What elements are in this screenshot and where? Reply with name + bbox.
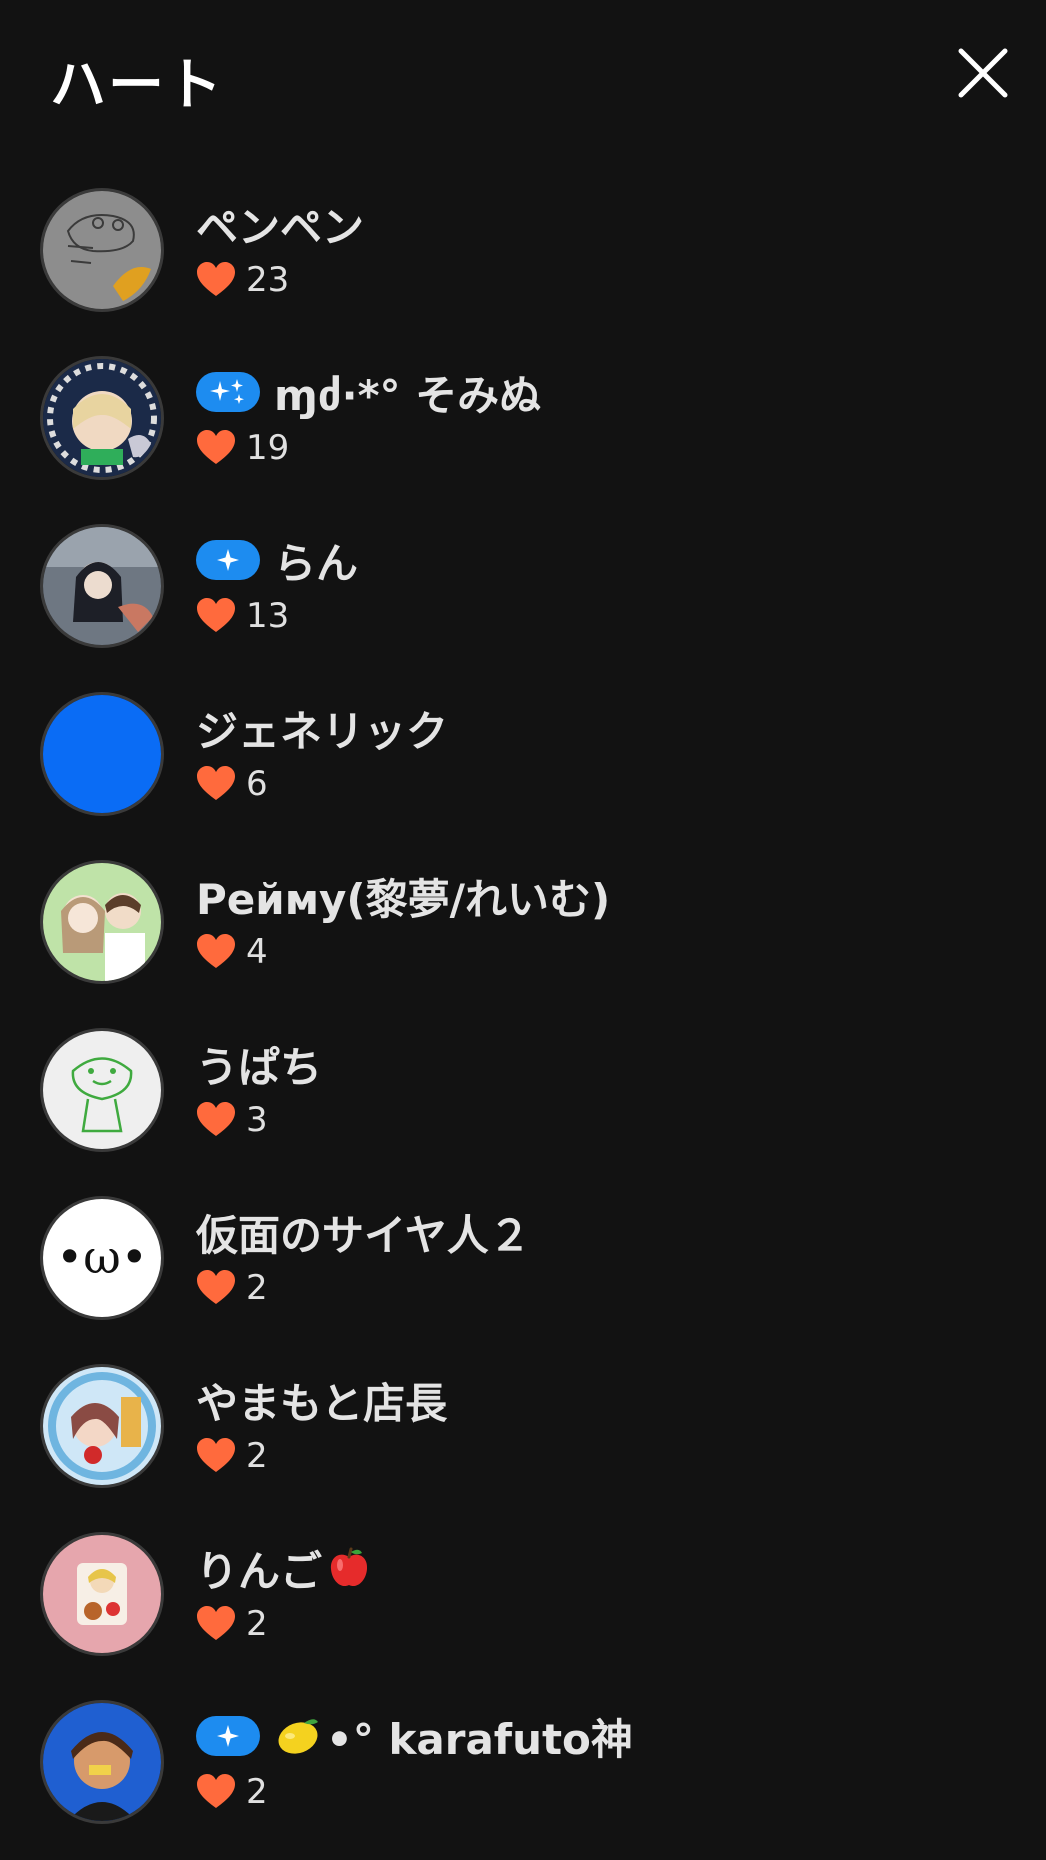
sparkles-badge <box>196 372 260 412</box>
avatar[interactable] <box>40 860 164 984</box>
close-button[interactable] <box>955 45 1011 101</box>
sparkle-icon <box>217 549 239 571</box>
list-item[interactable]: りんご 2 <box>0 1514 1046 1682</box>
heart-count: 2 <box>246 1772 268 1812</box>
heart-count: 3 <box>246 1100 268 1140</box>
avatar[interactable] <box>40 1532 164 1656</box>
user-name[interactable]: らん <box>274 530 358 591</box>
avatar[interactable]: •ω• <box>40 1196 164 1320</box>
close-icon <box>958 48 1008 98</box>
user-name[interactable]: うぱち <box>196 1034 322 1095</box>
avatar[interactable] <box>40 356 164 480</box>
hearts-list: ペンペン 23 ɱძ·*° そみぬ 19 らん 13 ジェネリック 6 Рейм… <box>0 170 1046 1850</box>
sparkle-icon <box>217 1725 239 1747</box>
sparkles-icon <box>210 379 244 404</box>
user-name[interactable]: りんご <box>196 1538 322 1599</box>
list-item[interactable]: •ω• 仮面のサイヤ人２ 2 <box>0 1178 1046 1346</box>
avatar[interactable] <box>40 1364 164 1488</box>
list-item[interactable]: ɱძ·*° そみぬ 19 <box>0 338 1046 506</box>
user-name[interactable]: 仮面のサイヤ人２ <box>196 1202 531 1263</box>
omega-face: •ω• <box>56 1230 148 1284</box>
avatar[interactable] <box>40 1028 164 1152</box>
heart-count: 2 <box>246 1604 268 1644</box>
user-name[interactable]: •° karafuto神 <box>326 1706 633 1767</box>
sparkle-badge <box>196 1716 260 1756</box>
list-item[interactable]: やまもと店長 2 <box>0 1346 1046 1514</box>
user-name[interactable]: ジェネリック <box>196 698 448 759</box>
page-title: ハート <box>50 53 224 118</box>
heart-icon <box>197 934 235 968</box>
list-item[interactable]: ペンペン 23 <box>0 170 1046 338</box>
heart-count: 2 <box>246 1436 268 1476</box>
user-name[interactable]: ペンペン <box>196 194 364 255</box>
user-name[interactable]: やまもと店長 <box>196 1370 447 1431</box>
heart-icon <box>197 1102 235 1136</box>
heart-count: 4 <box>246 932 268 972</box>
heart-count: 2 <box>246 1268 268 1308</box>
sparkle-badge <box>196 540 260 580</box>
avatar[interactable] <box>40 1700 164 1824</box>
heart-count: 23 <box>246 260 290 300</box>
header: ハート <box>0 0 1046 150</box>
heart-icon <box>197 1774 235 1808</box>
avatar[interactable] <box>40 692 164 816</box>
avatar[interactable] <box>40 188 164 312</box>
user-name[interactable]: Рейму(黎夢/れいむ) <box>196 866 610 927</box>
heart-icon <box>197 1438 235 1472</box>
heart-icon <box>197 766 235 800</box>
list-item[interactable]: ジェネリック 6 <box>0 674 1046 842</box>
heart-count: 13 <box>246 596 290 636</box>
lemon-icon <box>278 1719 318 1754</box>
apple-icon <box>330 1547 368 1587</box>
heart-icon <box>197 430 235 464</box>
heart-icon <box>197 262 235 296</box>
user-name[interactable]: ɱძ·*° そみぬ <box>274 362 541 423</box>
heart-count: 6 <box>246 764 268 804</box>
heart-icon <box>197 1606 235 1640</box>
list-item[interactable]: •° karafuto神 2 <box>0 1682 1046 1850</box>
heart-icon <box>197 598 235 632</box>
list-item[interactable]: Рейму(黎夢/れいむ) 4 <box>0 842 1046 1010</box>
heart-icon <box>197 1270 235 1304</box>
avatar[interactable] <box>40 524 164 648</box>
list-item[interactable]: らん 13 <box>0 506 1046 674</box>
heart-count: 19 <box>246 428 290 468</box>
list-item[interactable]: うぱち 3 <box>0 1010 1046 1178</box>
